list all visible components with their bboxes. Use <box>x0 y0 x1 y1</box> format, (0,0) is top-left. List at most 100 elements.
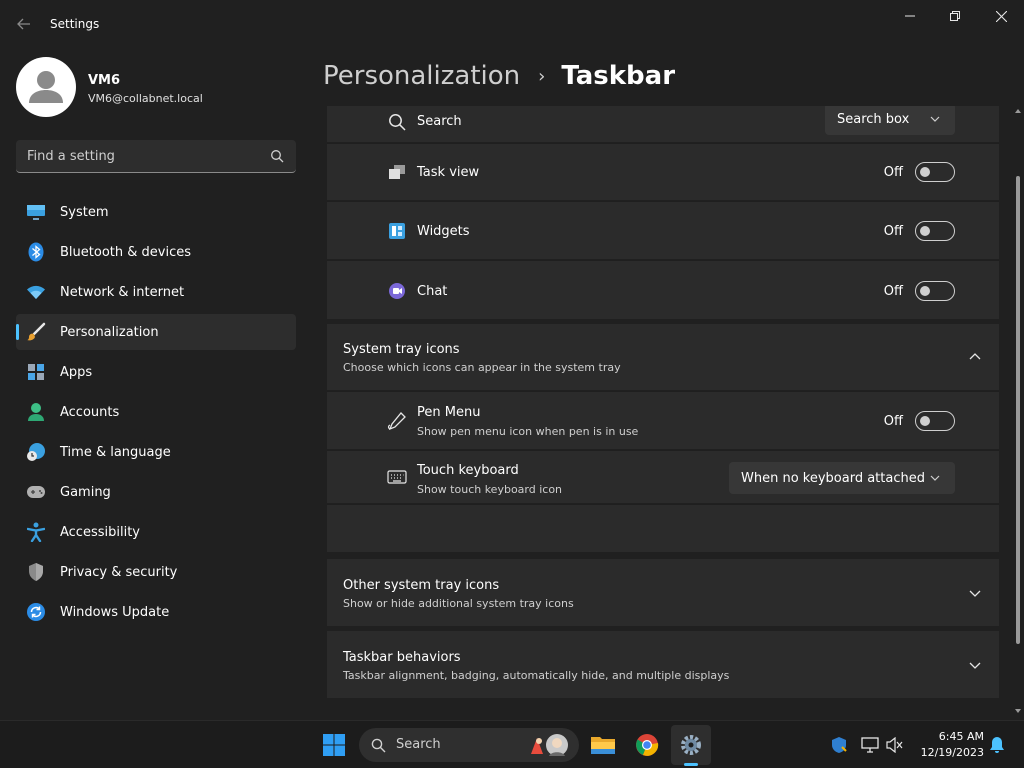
touch-keyboard-dropdown[interactable]: When no keyboard attached <box>729 462 955 494</box>
widgets-icon <box>387 221 407 241</box>
find-setting-box[interactable] <box>16 140 296 173</box>
breadcrumb-parent[interactable]: Personalization <box>323 61 520 91</box>
defender-shield-icon[interactable] <box>829 735 849 755</box>
title-bar: Settings <box>0 0 1024 48</box>
settings-taskbar-button[interactable] <box>671 725 711 765</box>
task-view-icon <box>387 162 407 182</box>
sidebar-item-gaming[interactable]: Gaming <box>16 474 296 510</box>
back-button[interactable] <box>12 12 36 36</box>
windows-start-icon <box>323 734 345 756</box>
keyboard-icon <box>387 467 407 487</box>
scroll-down-arrow-icon[interactable] <box>1015 708 1021 714</box>
sidebar-item-bluetooth[interactable]: Bluetooth & devices <box>16 234 296 270</box>
task-view-row: Task view Off <box>327 143 999 200</box>
wifi-icon <box>26 282 46 302</box>
sidebar-item-accessibility[interactable]: Accessibility <box>16 514 296 550</box>
settings-content: Search Search box Task view Off Widgets … <box>327 106 1000 718</box>
chrome-icon <box>636 734 659 756</box>
restore-button[interactable] <box>932 0 978 32</box>
sidebar-item-time-language[interactable]: Time & language <box>16 434 296 470</box>
monitor-icon <box>26 202 46 222</box>
minimize-icon <box>905 15 915 17</box>
breadcrumb: Personalization › Taskbar <box>323 58 675 94</box>
globe-clock-icon <box>26 442 46 462</box>
gamepad-icon <box>26 482 46 502</box>
user-profile[interactable]: VM6 VM6@collabnet.local <box>16 57 296 117</box>
avatar-person-icon <box>29 71 63 103</box>
widgets-row: Widgets Off <box>327 201 999 259</box>
content-scrollbar[interactable] <box>1012 106 1024 718</box>
apps-icon <box>26 362 46 382</box>
system-tray-icons-section[interactable]: System tray icons Choose which icons can… <box>327 324 999 390</box>
chevron-down-icon[interactable] <box>967 657 983 673</box>
taskbar-search[interactable]: Search <box>359 728 579 762</box>
chat-toggle[interactable] <box>915 281 955 301</box>
widgets-state: Off <box>883 224 903 239</box>
sidebar-item-accounts[interactable]: Accounts <box>16 394 296 430</box>
chrome-button[interactable] <box>627 725 667 765</box>
chat-row: Chat Off <box>327 260 999 319</box>
chat-icon <box>387 281 407 301</box>
active-app-indicator <box>684 763 698 766</box>
search-icon <box>371 738 386 753</box>
other-system-tray-icons-section[interactable]: Other system tray icons Show or hide add… <box>327 559 999 626</box>
settings-gear-icon <box>681 735 701 755</box>
clock-date: 12/19/2023 <box>920 746 984 759</box>
chevron-down-icon[interactable] <box>967 585 983 601</box>
app-title: Settings <box>50 17 100 31</box>
chevron-down-icon <box>930 475 940 481</box>
search-setting-row: Search Search box <box>327 106 999 142</box>
search-mode-dropdown[interactable]: Search box <box>825 106 955 135</box>
file-explorer-icon <box>591 737 615 754</box>
sidebar-item-windows-update[interactable]: Windows Update <box>16 594 296 630</box>
sidebar-nav: System Bluetooth & devices Network & int… <box>16 194 296 634</box>
clock-time: 6:45 AM <box>938 730 984 743</box>
search-icon <box>271 150 284 163</box>
chevron-up-icon[interactable] <box>967 349 983 365</box>
pen-menu-toggle[interactable] <box>915 411 955 431</box>
close-icon <box>995 10 1007 22</box>
chevron-down-icon <box>930 116 940 122</box>
shield-icon <box>26 562 46 582</box>
chat-state: Off <box>883 284 903 299</box>
sidebar-item-network[interactable]: Network & internet <box>16 274 296 310</box>
speaker-muted-icon[interactable] <box>885 735 905 755</box>
close-button[interactable] <box>978 0 1024 32</box>
sidebar-item-system[interactable]: System <box>16 194 296 230</box>
widgets-toggle[interactable] <box>915 221 955 241</box>
minimize-button[interactable] <box>887 0 933 32</box>
pen-menu-state: Off <box>883 414 903 429</box>
touch-keyboard-row: Touch keyboard Show touch keyboard icon … <box>327 450 999 503</box>
pen-menu-row: Pen Menu Show pen menu icon when pen is … <box>327 391 999 449</box>
network-monitor-icon[interactable] <box>860 735 880 755</box>
user-email: VM6@collabnet.local <box>88 92 203 105</box>
page-title: Taskbar <box>561 61 676 91</box>
taskbar-behaviors-section[interactable]: Taskbar behaviors Taskbar alignment, bad… <box>327 631 999 698</box>
find-setting-input[interactable] <box>16 140 256 172</box>
system-tray-footer <box>327 504 999 552</box>
breadcrumb-chevron-icon: › <box>538 65 546 87</box>
file-explorer-button[interactable] <box>583 725 623 765</box>
bluetooth-icon <box>26 242 46 262</box>
avatar <box>16 57 76 117</box>
scroll-thumb[interactable] <box>1016 176 1020 644</box>
restore-icon <box>950 11 960 21</box>
brush-icon <box>26 322 46 342</box>
person-icon <box>26 402 46 422</box>
sidebar-item-privacy[interactable]: Privacy & security <box>16 554 296 590</box>
taskbar-clock[interactable]: 6:45 AM 12/19/2023 <box>914 729 984 761</box>
os-taskbar: Search 6:45 AM 12/19/2023 <box>0 720 1024 768</box>
sidebar-item-personalization[interactable]: Personalization <box>16 314 296 350</box>
start-button[interactable] <box>314 725 354 765</box>
task-view-state: Off <box>883 165 903 180</box>
task-view-toggle[interactable] <box>915 162 955 182</box>
scroll-up-arrow-icon[interactable] <box>1015 108 1021 114</box>
sidebar-item-apps[interactable]: Apps <box>16 354 296 390</box>
notification-bell-icon[interactable] <box>987 735 1007 755</box>
pen-icon <box>387 411 407 431</box>
accessibility-icon <box>26 522 46 542</box>
user-name: VM6 <box>88 73 121 88</box>
update-icon <box>26 602 46 622</box>
arrow-left-icon <box>17 18 30 30</box>
search-icon <box>387 112 407 132</box>
